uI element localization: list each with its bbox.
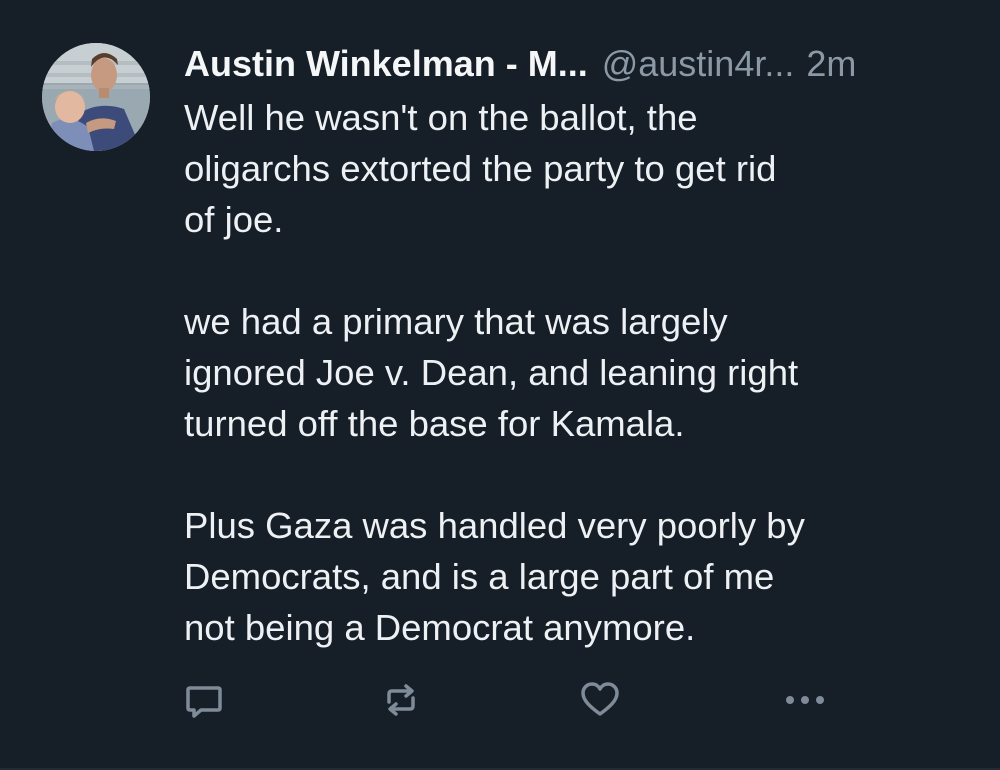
author-avatar[interactable] (42, 43, 150, 151)
post-paragraph: we had a primary that was largely ignore… (184, 296, 974, 449)
post-header: Austin Winkelman - M... @austin4r... 2m (184, 36, 974, 92)
reply-button[interactable] (182, 678, 226, 722)
reply-bubble-icon (186, 686, 222, 718)
repost-button[interactable] (379, 678, 423, 722)
post-text-line: Well he wasn't on the ballot, the (184, 97, 698, 138)
more-options-button[interactable] (780, 678, 830, 722)
post-content: Austin Winkelman - M... @austin4r... 2m … (184, 36, 974, 653)
post-text-line: oligarchs extorted the party to get rid (184, 148, 777, 189)
post-text-line: not being a Democrat anymore. (184, 607, 696, 648)
post-text-line: ignored Joe v. Dean, and leaning right (184, 352, 799, 393)
post[interactable]: Austin Winkelman - M... @austin4r... 2m … (0, 0, 1000, 770)
post-timestamp[interactable]: 2m (806, 36, 856, 92)
post-text-line: we had a primary that was largely (184, 301, 728, 342)
like-button[interactable] (578, 678, 622, 722)
avatar-photo-icon (42, 43, 150, 151)
author-handle[interactable]: @austin4r... (602, 36, 795, 92)
repost-arrows-icon (387, 684, 415, 716)
post-body: Well he wasn't on the ballot, the oligar… (184, 92, 974, 653)
post-paragraph: Well he wasn't on the ballot, the oligar… (184, 92, 974, 245)
author-display-name[interactable]: Austin Winkelman - M... (184, 36, 588, 92)
more-dots-icon (786, 696, 824, 704)
post-text-line: Plus Gaza was handled very poorly by (184, 505, 805, 546)
post-text-line: Democrats, and is a large part of me (184, 556, 775, 597)
post-paragraph: Plus Gaza was handled very poorly by Dem… (184, 500, 974, 653)
post-text-line: turned off the base for Kamala. (184, 403, 685, 444)
post-text-line: of joe. (184, 199, 284, 240)
heart-icon (581, 682, 619, 716)
post-actions-bar (0, 678, 1000, 722)
